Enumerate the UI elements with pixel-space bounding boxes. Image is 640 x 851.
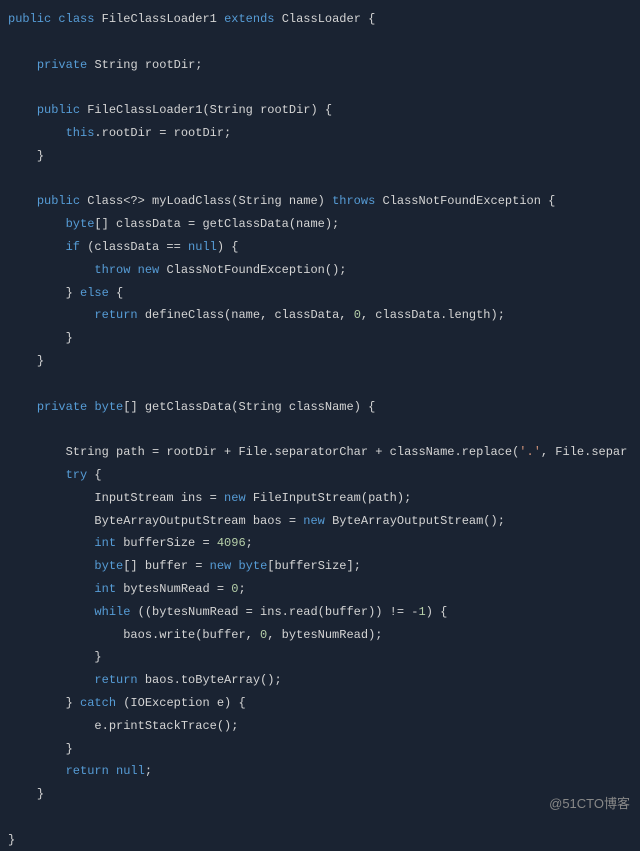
keyword: byte <box>66 217 95 231</box>
keyword: null <box>188 240 217 254</box>
keyword: public <box>37 194 80 208</box>
code: baos.toByteArray(); <box>145 673 282 687</box>
keyword: new <box>210 559 232 573</box>
brace: } <box>37 354 44 368</box>
keyword: public <box>8 12 51 26</box>
brace: } <box>94 650 101 664</box>
var: bytesNumRead = <box>123 582 224 596</box>
keyword: if <box>66 240 80 254</box>
watermark: @51CTO博客 <box>549 792 630 817</box>
code: , File.separ <box>541 445 627 459</box>
method: [] getClassData(String className) { <box>123 400 375 414</box>
code: (IOException e) { <box>123 696 245 710</box>
class-name: FileClassLoader1 <box>102 12 217 26</box>
keyword: else <box>80 286 109 300</box>
field: rootDir; <box>145 58 203 72</box>
brace: } <box>66 286 73 300</box>
var: bufferSize = <box>123 536 209 550</box>
code: [] buffer = <box>123 559 202 573</box>
keyword: int <box>94 582 116 596</box>
string: '.' <box>519 445 541 459</box>
code: defineClass(name, classData, <box>145 308 347 322</box>
code: ByteArrayOutputStream baos = <box>94 514 296 528</box>
parent-class: ClassLoader <box>282 12 361 26</box>
number: 1 <box>419 605 426 619</box>
keyword: public <box>37 103 80 117</box>
keyword: catch <box>80 696 116 710</box>
code: , bytesNumRead); <box>267 628 382 642</box>
method: myLoadClass(String name) <box>152 194 325 208</box>
keyword: int <box>94 536 116 550</box>
semi: ; <box>238 582 245 596</box>
code: ((bytesNumRead = ins.read(buffer)) != - <box>138 605 419 619</box>
brace: } <box>8 833 15 847</box>
type: Class<?> <box>87 194 145 208</box>
code: ByteArrayOutputStream(); <box>332 514 505 528</box>
keyword: new <box>138 263 160 277</box>
keyword: try <box>66 468 88 482</box>
keyword: private <box>37 400 87 414</box>
brace: } <box>66 331 73 345</box>
exception: ClassNotFoundException { <box>383 194 556 208</box>
brace: { <box>94 468 101 482</box>
code: InputStream ins = <box>94 491 216 505</box>
semi: ; <box>246 536 253 550</box>
code: ) { <box>217 240 239 254</box>
code: [bufferSize]; <box>267 559 361 573</box>
keyword: new <box>224 491 246 505</box>
keyword: class <box>58 12 94 26</box>
code: [] classData = getClassData(name); <box>94 217 339 231</box>
keyword: return <box>94 673 137 687</box>
code: .rootDir = rootDir; <box>94 126 231 140</box>
type: String <box>94 58 137 72</box>
brace: } <box>66 742 73 756</box>
keyword: byte <box>94 400 123 414</box>
keyword: new <box>303 514 325 528</box>
number: 4096 <box>217 536 246 550</box>
code: , classData.length); <box>361 308 505 322</box>
keyword: throws <box>332 194 375 208</box>
brace: } <box>37 149 44 163</box>
code: e.printStackTrace(); <box>94 719 238 733</box>
keyword: private <box>37 58 87 72</box>
keyword: return <box>66 764 109 778</box>
code-block: public class FileClassLoader1 extends Cl… <box>8 8 632 851</box>
keyword: byte <box>238 559 267 573</box>
code: ClassNotFoundException(); <box>166 263 346 277</box>
number: 0 <box>354 308 361 322</box>
keyword: return <box>94 308 137 322</box>
keyword: extends <box>224 12 274 26</box>
keyword: null <box>116 764 145 778</box>
code: ) { <box>426 605 448 619</box>
code: (classData == <box>87 240 181 254</box>
keyword: while <box>94 605 130 619</box>
keyword: byte <box>94 559 123 573</box>
brace: } <box>37 787 44 801</box>
semi: ; <box>145 764 152 778</box>
ctor: FileClassLoader1(String rootDir) { <box>87 103 332 117</box>
brace: { <box>368 12 375 26</box>
brace: { <box>116 286 123 300</box>
code: FileInputStream(path); <box>253 491 411 505</box>
brace: } <box>66 696 73 710</box>
keyword: this <box>66 126 95 140</box>
code: String path = rootDir + File.separatorCh… <box>66 445 520 459</box>
code: baos.write(buffer, <box>123 628 253 642</box>
keyword: throw <box>94 263 130 277</box>
